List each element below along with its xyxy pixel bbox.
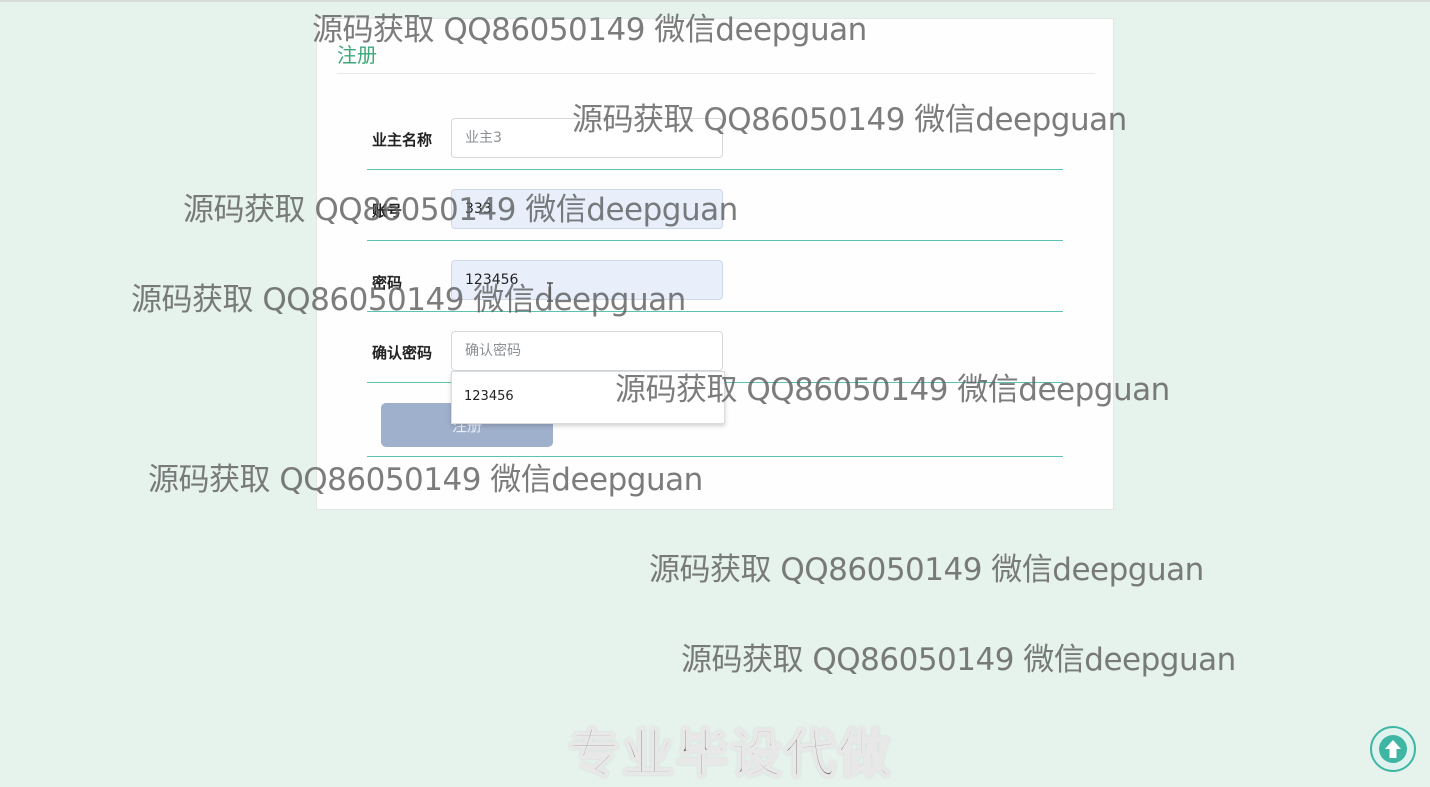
watermark-text: 源码获取 QQ86050149 微信deepguan [572,102,1127,138]
watermark-text: 源码获取 QQ86050149 微信deepguan [131,282,686,318]
footer-banner: 专业毕设代做 [567,724,893,786]
watermark-text: 源码获取 QQ86050149 微信deepguan [681,642,1236,678]
watermark-text: 源码获取 QQ86050149 微信deepguan [615,372,1170,408]
watermark-text: 源码获取 QQ86050149 微信deepguan [312,12,867,48]
confirm-password-label: 确认密码 [372,344,433,362]
back-to-top-button[interactable] [1370,726,1416,772]
watermark-text: 源码获取 QQ86050149 微信deepguan [183,192,738,228]
watermark-text: 源码获取 QQ86050149 微信deepguan [148,462,703,498]
title-divider [337,73,1095,74]
register-card: 注册 业主名称 账号 密码 确认密码 注册 [316,18,1114,510]
top-border [0,0,1430,2]
autocomplete-option[interactable]: 123456 [464,389,514,404]
arrow-up-icon [1379,735,1407,763]
owner-name-label: 业主名称 [372,131,433,149]
watermark-text: 源码获取 QQ86050149 微信deepguan [649,552,1204,588]
